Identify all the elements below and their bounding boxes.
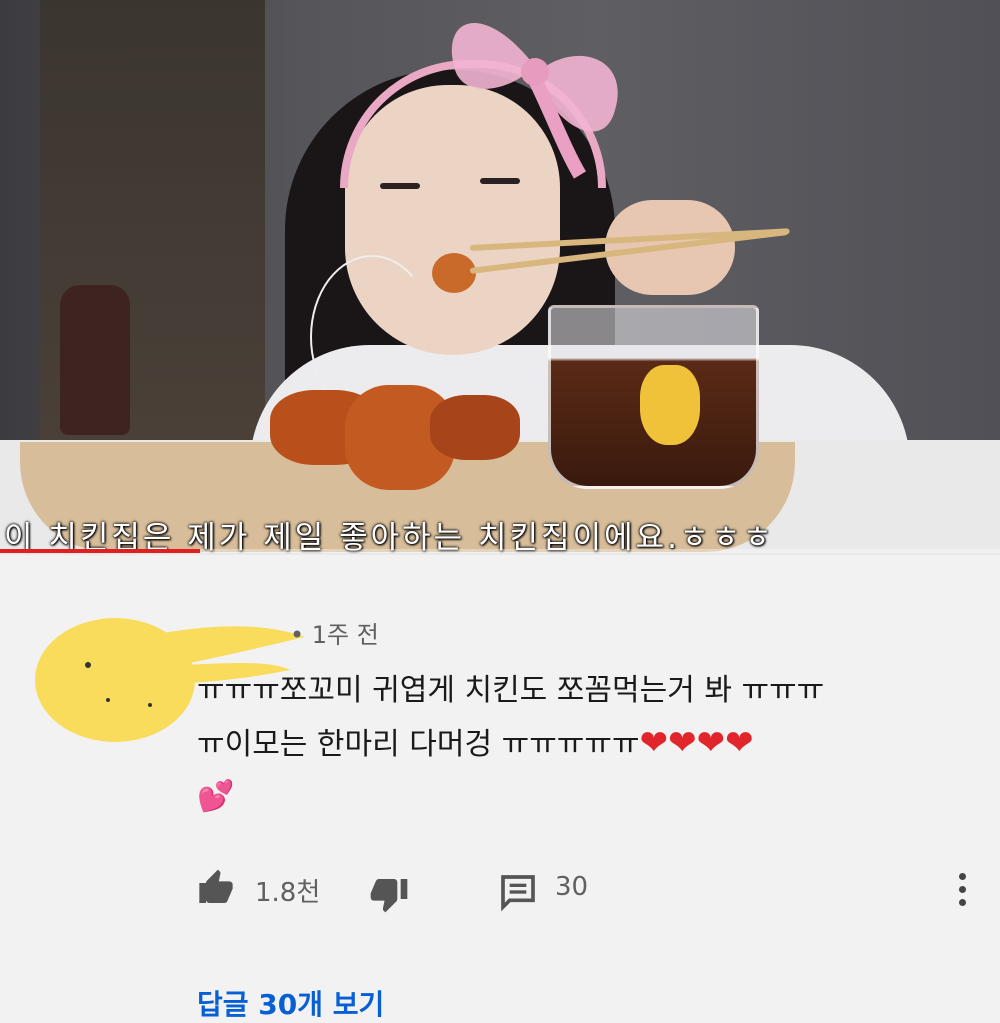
more-vertical-icon[interactable] bbox=[955, 870, 969, 910]
thumbs-down-icon[interactable] bbox=[368, 874, 410, 914]
comment-body: ㅠㅠㅠ쪼꼬미 귀엽게 치킨도 쪼꼼먹는거 봐 ㅠㅠㅠ ㅠ이모는 한마리 다머겅 … bbox=[197, 665, 957, 823]
video-progress-bar[interactable] bbox=[0, 549, 1000, 553]
video-cup-duck bbox=[640, 365, 700, 445]
comment-icon[interactable] bbox=[498, 872, 538, 912]
thumbs-up-icon[interactable] bbox=[195, 868, 237, 908]
view-replies-link[interactable]: 답글 30개 보기 bbox=[197, 983, 384, 1023]
video-chicken bbox=[430, 395, 520, 460]
video-progress-fill bbox=[0, 549, 200, 553]
comment-actions: 1.8천 30 bbox=[0, 860, 1000, 920]
like-count: 1.8천 bbox=[255, 878, 321, 908]
comment-text-line: ㅠ이모는 한마리 다머겅 ㅠㅠㅠㅠㅠ❤❤❤❤ bbox=[197, 717, 957, 771]
comment-timestamp: • 1주 전 bbox=[290, 621, 379, 649]
heart-emoji-icon: ❤❤❤❤ bbox=[639, 723, 754, 763]
video-bag bbox=[60, 285, 130, 435]
comment-card: • 1주 전 ㅠㅠㅠ쪼꼬미 귀엽게 치킨도 쪼꼼먹는거 봐 ㅠㅠㅠ ㅠ이모는 한… bbox=[0, 555, 1000, 1021]
video-player[interactable]: 이 치킨집은 제가 제일 좋아하는 치킨집이에요.ㅎㅎㅎ bbox=[0, 0, 1000, 555]
video-food-bite bbox=[432, 253, 476, 293]
comment-text-line: 💕 bbox=[197, 771, 957, 823]
comment-text-line-content: ㅠ이모는 한마리 다머겅 ㅠㅠㅠㅠㅠ bbox=[197, 727, 640, 762]
comment-text-line: ㅠㅠㅠ쪼꼬미 귀엽게 치킨도 쪼꼼먹는거 봐 ㅠㅠㅠ bbox=[197, 673, 825, 708]
video-hair-bow bbox=[451, 22, 618, 179]
reply-count: 30 bbox=[555, 872, 589, 902]
two-hearts-emoji-icon: 💕 bbox=[197, 779, 235, 814]
